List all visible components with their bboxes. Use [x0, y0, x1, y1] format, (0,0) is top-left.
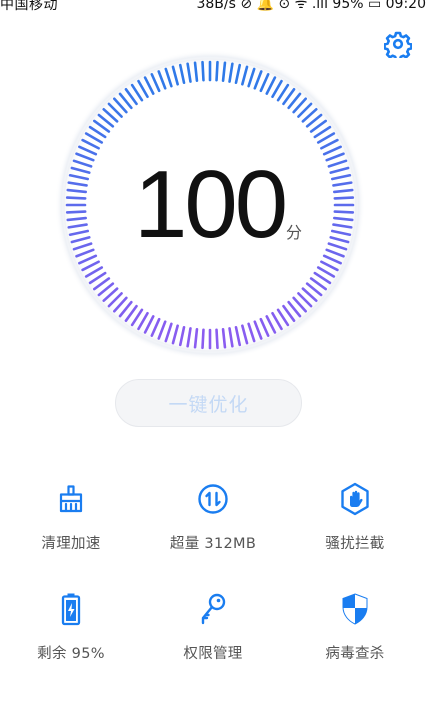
score-value: 100 [134, 151, 288, 258]
carrier-label: 中国移动 [0, 0, 58, 12]
tool-virus-scan[interactable]: 病毒查杀 [284, 592, 426, 682]
gear-icon [383, 31, 413, 62]
gauge-tick [333, 196, 355, 200]
tool-label: 权限管理 [183, 646, 243, 662]
score-unit: 分 [286, 223, 303, 242]
optimize-button[interactable]: 一键优化 [115, 379, 302, 427]
hand-block-icon [338, 482, 372, 516]
gauge-tick [201, 60, 205, 82]
status-icons: 38B/s ⊘ 🔔 ⊙ ᯤ .ıll 95% ▭ 09:20 [196, 0, 426, 12]
gauge-tick [65, 196, 87, 200]
tool-data-traffic[interactable]: 超量 312MB [142, 482, 284, 572]
broom-icon [54, 482, 88, 516]
battery-icon [54, 592, 88, 626]
tool-label: 清理加速 [41, 536, 101, 552]
tool-permissions[interactable]: 权限管理 [142, 592, 284, 682]
settings-button[interactable] [383, 30, 413, 62]
gauge-tick [333, 210, 355, 214]
gauge-tick [215, 60, 219, 82]
tool-label: 超量 312MB [169, 536, 257, 552]
tool-cleanup[interactable]: 清理加速 [0, 482, 142, 572]
gauge-tick [65, 210, 87, 214]
tool-label: 骚扰拦截 [325, 536, 385, 552]
tool-harassment-block[interactable]: 骚扰拦截 [284, 482, 426, 572]
tool-battery[interactable]: 剩余 95% [0, 592, 142, 682]
gauge-tick [215, 328, 219, 350]
tool-label: 剩余 95% [37, 646, 105, 662]
status-bar: 中国移动 38B/s ⊘ 🔔 ⊙ ᯤ .ıll 95% ▭ 09:20 [0, 0, 426, 12]
tool-label: 病毒查杀 [325, 646, 385, 662]
gauge-tick [201, 328, 205, 350]
score-display: 100 分 [120, 155, 320, 265]
data-traffic-icon [196, 482, 230, 516]
key-icon [196, 592, 230, 626]
shield-icon [338, 592, 372, 626]
